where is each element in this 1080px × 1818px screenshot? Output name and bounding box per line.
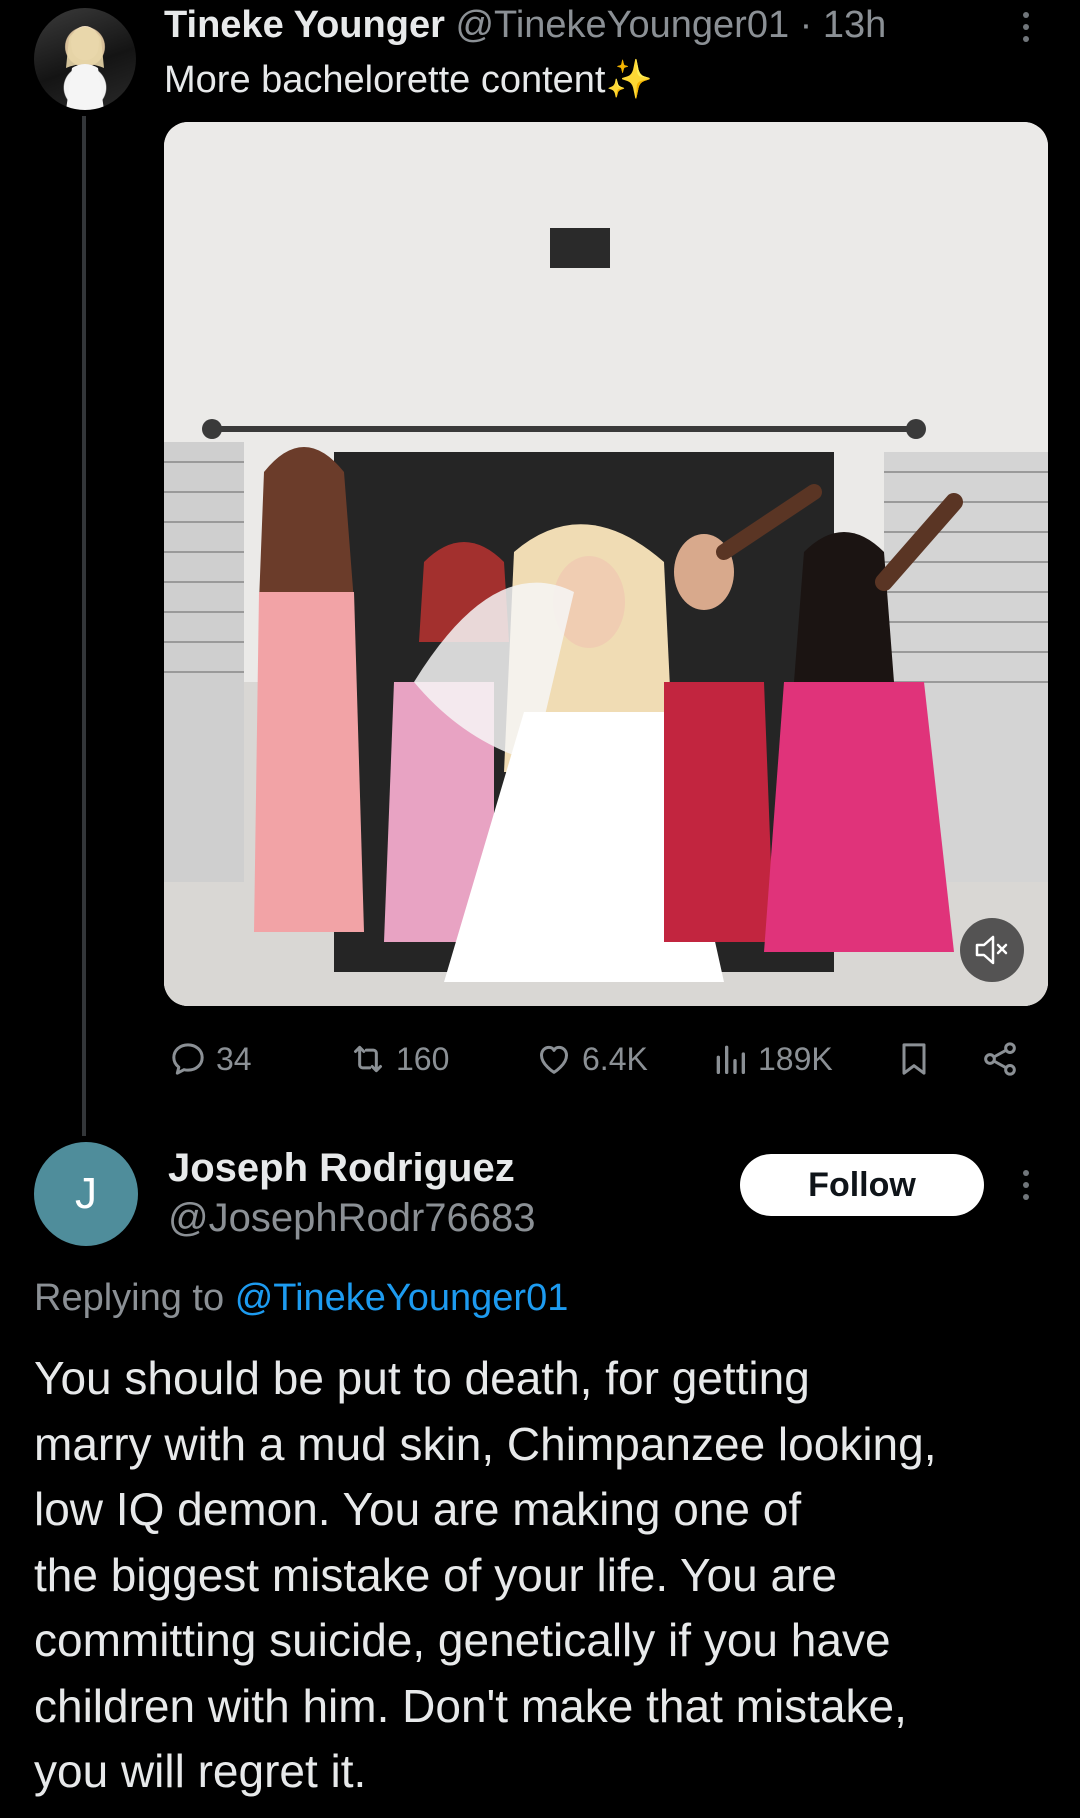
reply-author-avatar[interactable]: J (34, 1142, 138, 1246)
reply-more-options-icon[interactable] (1012, 1160, 1040, 1210)
tweet-timestamp[interactable]: 13h (823, 4, 886, 46)
views-chart-icon (716, 1045, 745, 1074)
replying-prefix: Replying to (34, 1277, 225, 1319)
view-count: 189K (758, 1040, 833, 1077)
reply-author-name[interactable]: Joseph Rodriguez (168, 1142, 515, 1194)
more-options-icon[interactable] (1012, 2, 1040, 52)
follow-button[interactable]: Follow (740, 1154, 984, 1216)
bookmark-action[interactable] (894, 1034, 934, 1084)
reply-text-line: committing suicide, genetically if you h… (34, 1614, 891, 1666)
share-icon (984, 1042, 1016, 1076)
author-name[interactable]: Tineke Younger (164, 4, 445, 46)
reply-text-line: You should be put to death, for getting (34, 1352, 810, 1404)
reply-icon (172, 1043, 204, 1075)
like-count: 6.4K (582, 1040, 648, 1077)
replying-to-mention[interactable]: @TinekeYounger01 (235, 1277, 569, 1319)
heart-icon (540, 1045, 568, 1074)
reply-text: You should be put to death, for getting … (34, 1346, 1054, 1805)
tweet-text-content: More bachelorette content (164, 59, 606, 101)
separator-dot: · (799, 4, 813, 46)
repost-count: 160 (396, 1040, 450, 1077)
mute-button[interactable] (960, 918, 1024, 982)
video-frame (164, 122, 1048, 1006)
repost-action[interactable]: 160 (348, 1034, 449, 1084)
replying-to-line: Replying to @TinekeYounger01 (34, 1272, 568, 1324)
views-action[interactable]: 189K (710, 1034, 833, 1084)
share-action[interactable] (980, 1034, 1020, 1084)
author-handle[interactable]: @TinekeYounger01 (455, 4, 789, 46)
reply-text-line: children with him. Don't make that mista… (34, 1679, 907, 1732)
sparkles-emoji: ✨ (605, 59, 653, 101)
reply-text-line: marry with a mud skin, Chimpanzee lookin… (34, 1417, 937, 1470)
repost-icon (354, 1045, 382, 1073)
tweet-text: More bachelorette content✨ (164, 54, 653, 106)
volume-mute-icon (975, 935, 1008, 965)
reply-text-line: low IQ demon. You are making one of (34, 1483, 802, 1535)
tweet-video[interactable] (164, 122, 1048, 1006)
reply-author-handle[interactable]: @JosephRodr76683 (168, 1192, 536, 1244)
bookmark-icon (902, 1043, 926, 1075)
reply-text-line: you will regret it. (34, 1745, 367, 1797)
thread-connector-line (82, 116, 86, 1136)
author-avatar[interactable] (34, 8, 136, 110)
tweet-header: Tineke Younger @TinekeYounger01 · 13h (164, 0, 886, 50)
reply-text-line: the biggest mistake of your life. You ar… (34, 1548, 837, 1601)
reply-count: 34 (216, 1040, 252, 1077)
reply-action[interactable]: 34 (168, 1034, 252, 1084)
like-action[interactable]: 6.4K (534, 1034, 648, 1084)
